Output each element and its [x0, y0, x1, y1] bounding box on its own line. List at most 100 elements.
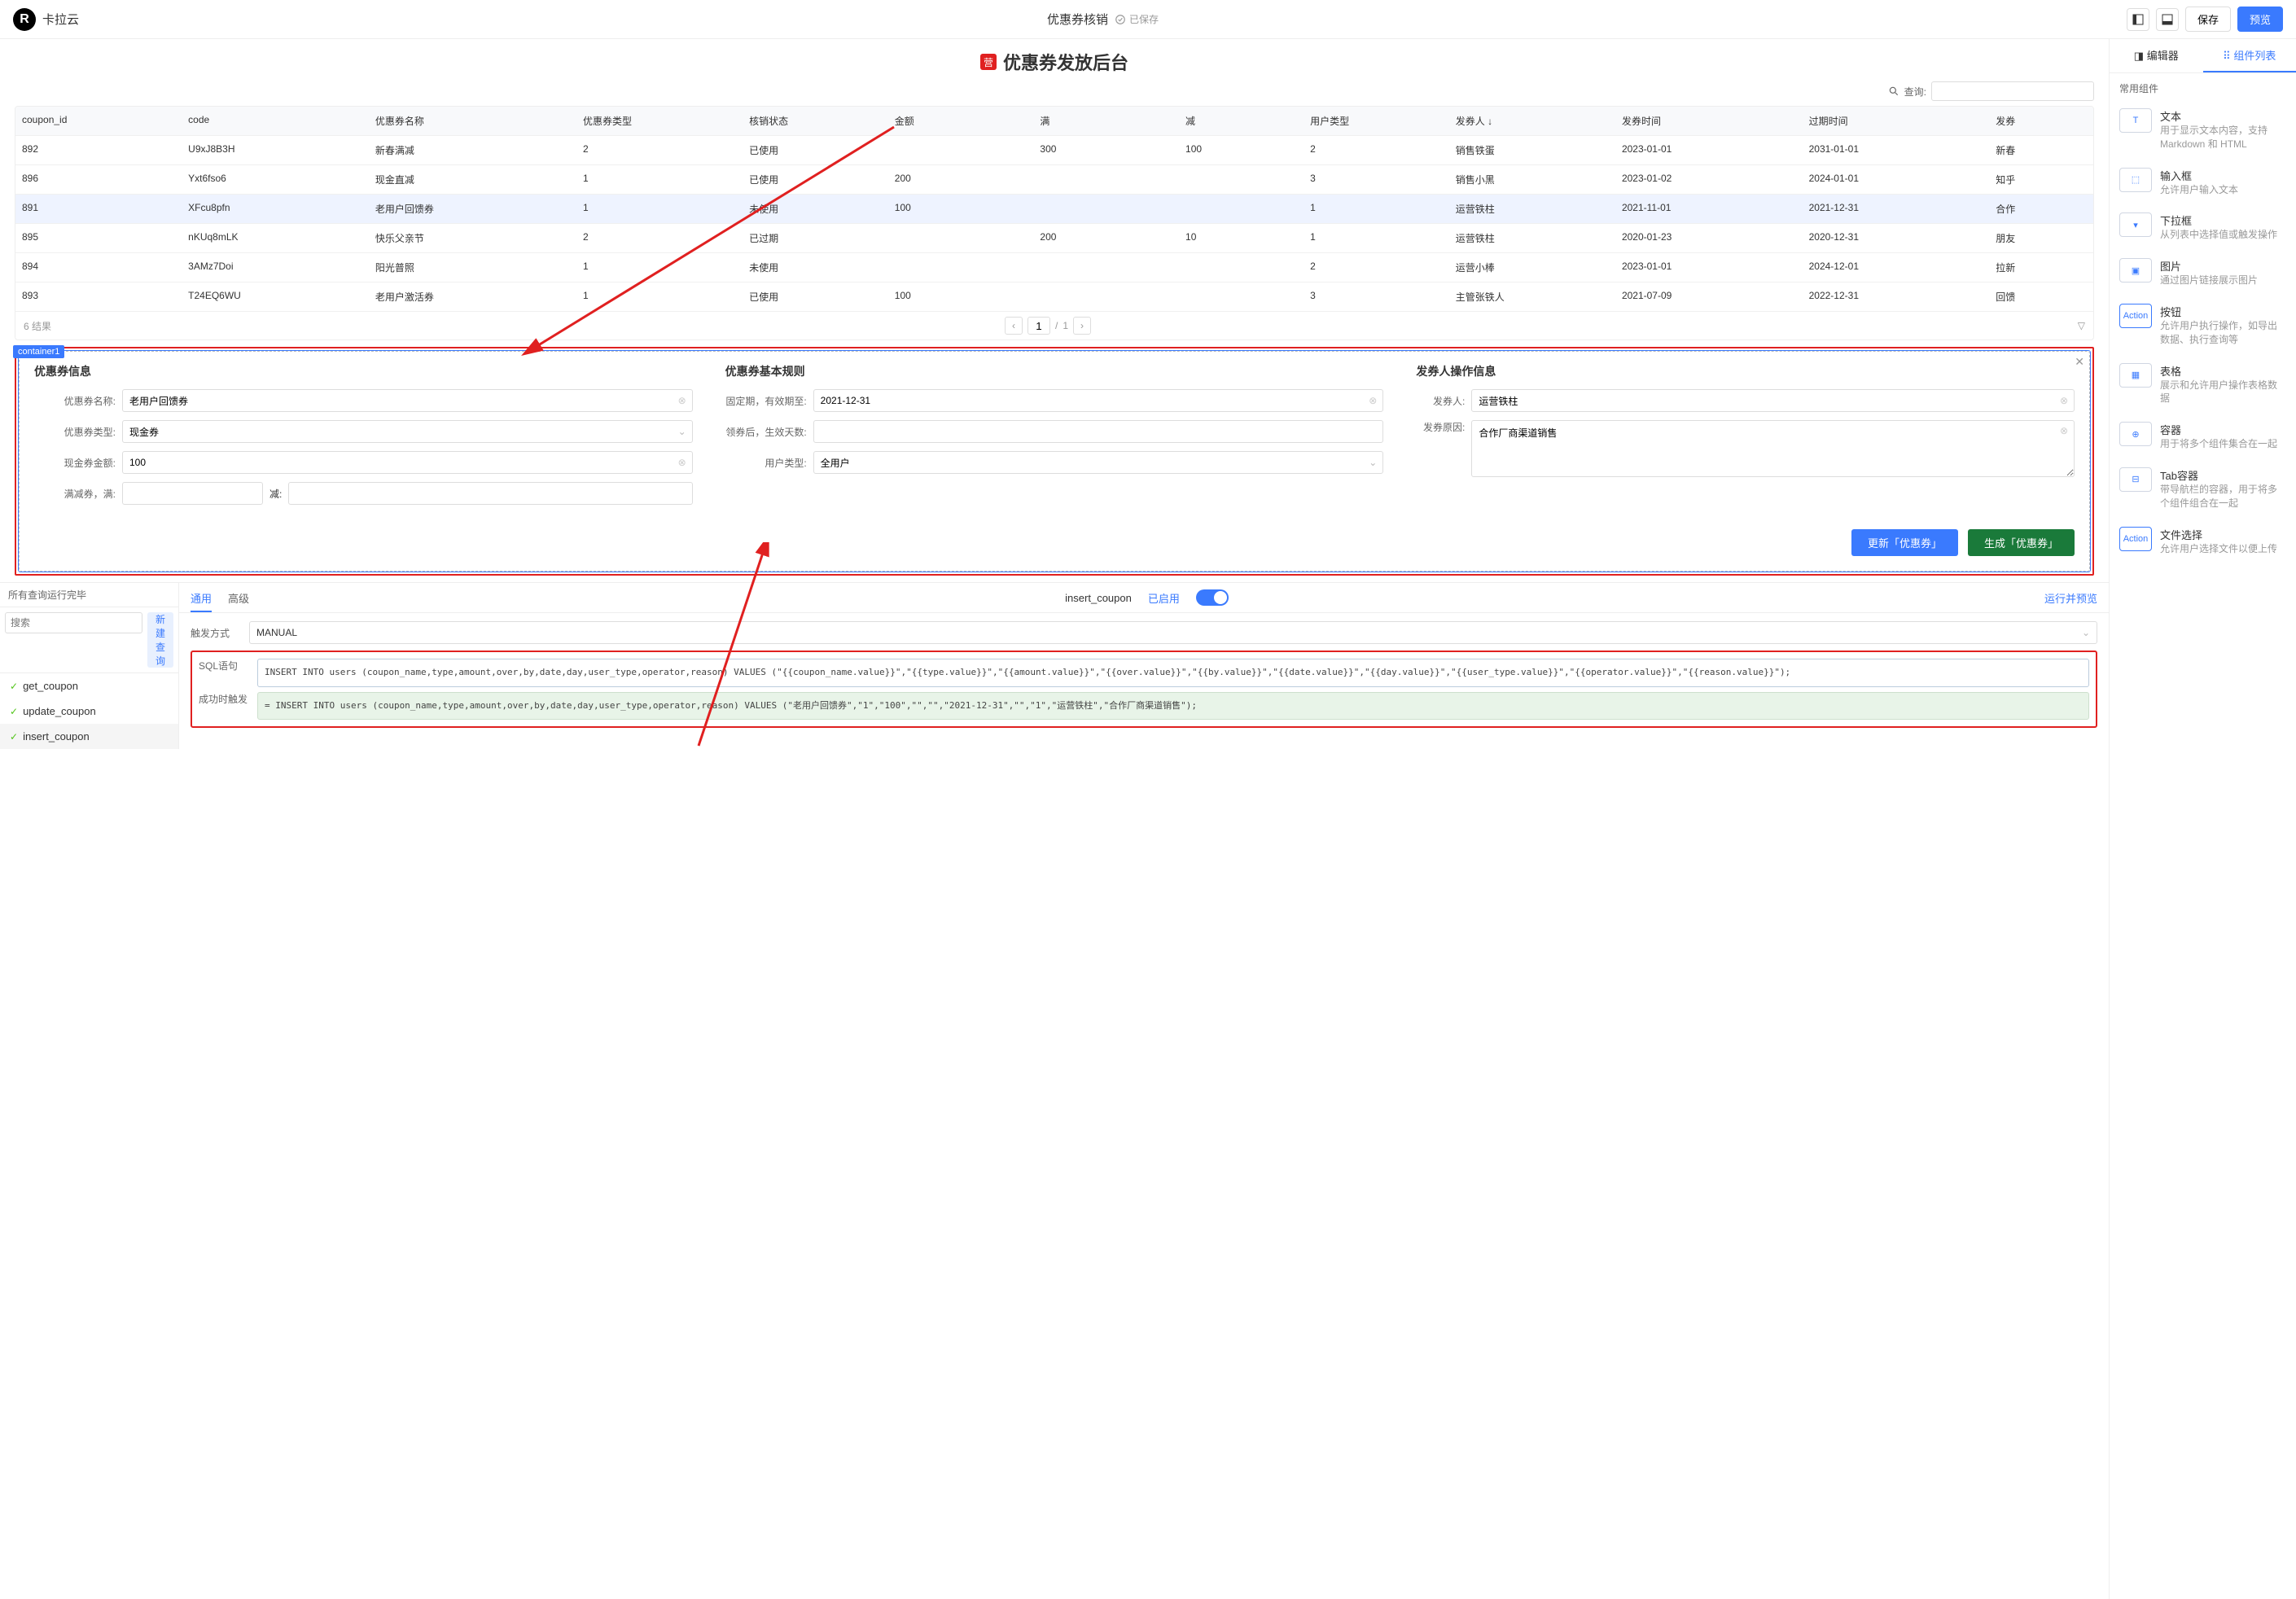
- preview-button[interactable]: 预览: [2237, 7, 2283, 32]
- full-input[interactable]: [122, 482, 263, 505]
- tab-components[interactable]: ⠿ 组件列表: [2203, 39, 2296, 72]
- chevron-down-icon[interactable]: ⌄: [1369, 457, 1377, 468]
- table-row[interactable]: 8943AMz7Doi阳光普照1未使用2运营小棒2023-01-012024-1…: [15, 253, 2093, 283]
- component-name: Tab容器: [2160, 467, 2286, 483]
- component-item[interactable]: T文本用于显示文本内容，支持 Markdown 和 HTML: [2110, 100, 2296, 160]
- check-icon: ✓: [10, 681, 18, 692]
- label-cash-amount: 现金券金额:: [34, 456, 116, 470]
- clear-icon[interactable]: ⊗: [2060, 425, 2068, 436]
- table-cell: 拉新: [1989, 253, 2093, 282]
- search-input[interactable]: [1931, 81, 2094, 101]
- tab-editor[interactable]: ◨ 编辑器: [2110, 39, 2203, 72]
- table-cell: 1: [576, 283, 743, 311]
- table-header-cell[interactable]: code: [182, 107, 369, 135]
- tab-general[interactable]: 通用: [191, 590, 212, 612]
- update-coupon-button[interactable]: 更新「优惠券」: [1851, 529, 1958, 556]
- component-item[interactable]: ▾下拉框从列表中选择值或触发操作: [2110, 204, 2296, 250]
- component-item[interactable]: ▦表格展示和允许用户操作表格数据: [2110, 355, 2296, 414]
- table-header-cell[interactable]: 过期时间: [1803, 107, 1990, 135]
- close-icon[interactable]: ✕: [2075, 355, 2084, 369]
- component-item[interactable]: Action按钮允许用户执行操作，如导出数据、执行查询等: [2110, 296, 2296, 355]
- tab-advanced[interactable]: 高级: [228, 590, 249, 606]
- table-header-cell[interactable]: 金额: [888, 107, 1034, 135]
- clear-icon[interactable]: ⊗: [678, 457, 686, 468]
- fixed-date-input[interactable]: [813, 389, 1384, 412]
- table-header-cell[interactable]: 用户类型: [1304, 107, 1449, 135]
- table-row[interactable]: 895nKUq8mLK快乐父亲节2已过期200101运营铁柱2020-01-23…: [15, 224, 2093, 253]
- query-item[interactable]: ✓update_coupon: [0, 699, 178, 724]
- table-header-cell[interactable]: 优惠券名称: [369, 107, 576, 135]
- label-operator: 发券人:: [1416, 394, 1465, 408]
- table-header-cell[interactable]: 发券时间: [1615, 107, 1803, 135]
- component-item[interactable]: ⊕容器用于将多个组件集合在一起: [2110, 414, 2296, 459]
- component-item[interactable]: ⬚输入框允许用户输入文本: [2110, 160, 2296, 205]
- query-item[interactable]: ✓insert_coupon: [0, 724, 178, 749]
- table-cell: 新春满减: [369, 136, 576, 164]
- side-section-title: 常用组件: [2110, 73, 2296, 100]
- search-icon: [1888, 85, 1899, 97]
- sql-input[interactable]: INSERT INTO users (coupon_name,type,amou…: [257, 659, 2089, 687]
- reason-textarea[interactable]: [1471, 420, 2075, 477]
- table-cell: 知乎: [1989, 165, 2093, 194]
- clear-icon[interactable]: ⊗: [2060, 395, 2068, 406]
- search-label: 查询:: [1904, 85, 1926, 99]
- component-item[interactable]: Action文件选择允许用户选择文件以便上传: [2110, 519, 2296, 564]
- table-cell: [1179, 283, 1304, 311]
- layout-bottom-icon[interactable]: [2156, 8, 2179, 31]
- table-row[interactable]: 893T24EQ6WU老用户激活券1已使用1003主管张铁人2021-07-09…: [15, 283, 2093, 312]
- table-row[interactable]: 891XFcu8pfn老用户回馈券1未使用1001运营铁柱2021-11-012…: [15, 195, 2093, 224]
- table-cell: 1: [1304, 195, 1449, 223]
- minus-input[interactable]: [288, 482, 692, 505]
- next-page-icon[interactable]: ›: [1073, 317, 1091, 335]
- component-item[interactable]: ▣图片通过图片链接展示图片: [2110, 250, 2296, 296]
- table-cell: 新春: [1989, 136, 2093, 164]
- page-input[interactable]: [1028, 317, 1050, 335]
- after-days-input[interactable]: [813, 420, 1384, 443]
- coupon-type-select[interactable]: [122, 420, 693, 443]
- component-item[interactable]: ⊟Tab容器带导航栏的容器，用于将多个组件组合在一起: [2110, 459, 2296, 519]
- col1-title: 优惠券信息: [34, 363, 693, 379]
- run-preview-button[interactable]: 运行并预览: [2044, 590, 2097, 606]
- component-icon: Action: [2119, 304, 2152, 328]
- create-coupon-button[interactable]: 生成「优惠券」: [1968, 529, 2075, 556]
- container1[interactable]: ✕ 优惠券信息 优惠券名称: ⊗ 优惠券类型: ⌄ 现金券金额:: [19, 351, 2090, 572]
- page-title-badge-icon: 营: [980, 54, 997, 70]
- filter-icon[interactable]: ▽: [2044, 320, 2085, 331]
- trigger-select[interactable]: MANUAL ⌄: [249, 621, 2097, 644]
- table-cell: 3: [1304, 283, 1449, 311]
- table-cell: 2024-01-01: [1803, 165, 1990, 194]
- header-center: 优惠券核销 已保存: [1047, 11, 1159, 28]
- table-header-cell[interactable]: 优惠券类型: [576, 107, 743, 135]
- clear-icon[interactable]: ⊗: [1369, 395, 1377, 406]
- query-status: 所有查询运行完毕: [0, 583, 178, 607]
- layout-left-icon[interactable]: [2127, 8, 2149, 31]
- table-row[interactable]: 896Yxt6fso6现金直减1已使用2003销售小黑2023-01-02202…: [15, 165, 2093, 195]
- cash-amount-input[interactable]: [122, 451, 693, 474]
- operator-input[interactable]: [1471, 389, 2075, 412]
- label-success: 成功时触发: [199, 692, 248, 706]
- query-search-input[interactable]: [5, 612, 142, 633]
- prev-page-icon[interactable]: ‹: [1005, 317, 1023, 335]
- clear-icon[interactable]: ⊗: [678, 395, 686, 406]
- table-header-cell[interactable]: 减: [1179, 107, 1304, 135]
- table-row[interactable]: 892U9xJ8B3H新春满减2已使用3001002销售铁蛋2023-01-01…: [15, 136, 2093, 165]
- table-cell: [888, 253, 1034, 282]
- chevron-down-icon[interactable]: ⌄: [678, 426, 686, 437]
- table-cell: 2: [576, 136, 743, 164]
- table-header-cell[interactable]: 发券: [1989, 107, 2093, 135]
- save-button[interactable]: 保存: [2185, 7, 2231, 32]
- query-item[interactable]: ✓get_coupon: [0, 673, 178, 699]
- table-header-cell[interactable]: 核销状态: [743, 107, 888, 135]
- table-cell: [1179, 165, 1304, 194]
- table-header-cell[interactable]: coupon_id: [15, 107, 182, 135]
- query-panel: 所有查询运行完毕 新建查询 ✓get_coupon✓update_coupon✓…: [0, 582, 2109, 749]
- table-cell: 老用户激活券: [369, 283, 576, 311]
- enabled-toggle[interactable]: [1196, 589, 1229, 606]
- table-header-cell[interactable]: 满: [1033, 107, 1179, 135]
- component-name: 文本: [2160, 108, 2286, 124]
- user-type-select[interactable]: [813, 451, 1384, 474]
- table-header-cell[interactable]: 发券人 ↓: [1449, 107, 1615, 135]
- coupon-name-input[interactable]: [122, 389, 693, 412]
- table-cell: 1: [1304, 224, 1449, 252]
- new-query-button[interactable]: 新建查询: [147, 612, 173, 668]
